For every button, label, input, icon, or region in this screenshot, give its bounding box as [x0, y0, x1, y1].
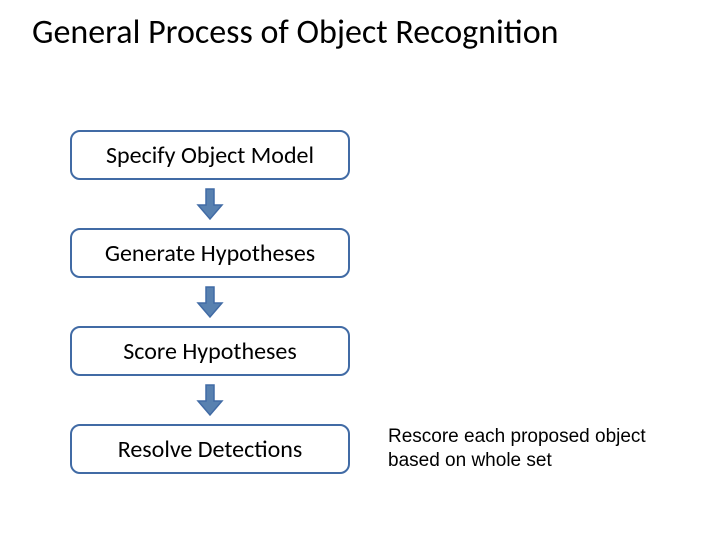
- arrow-3: [70, 376, 350, 424]
- step-box-4: Resolve Detections: [70, 424, 350, 474]
- step-box-2: Generate Hypotheses: [70, 228, 350, 278]
- down-arrow-icon: [196, 187, 224, 221]
- steps-column: Specify Object Model Generate Hypotheses…: [70, 130, 350, 474]
- step-label: Score Hypotheses: [123, 337, 296, 366]
- arrow-1: [70, 180, 350, 228]
- step-label: Resolve Detections: [118, 435, 303, 464]
- step-label: Specify Object Model: [106, 141, 314, 170]
- annotation-text: Rescore each proposed object based on wh…: [388, 425, 668, 473]
- step-box-3: Score Hypotheses: [70, 326, 350, 376]
- step-label: Generate Hypotheses: [105, 239, 315, 268]
- down-arrow-icon: [196, 383, 224, 417]
- down-arrow-icon: [196, 285, 224, 319]
- page-title: General Process of Object Recognition: [32, 12, 559, 53]
- arrow-2: [70, 278, 350, 326]
- step-box-1: Specify Object Model: [70, 130, 350, 180]
